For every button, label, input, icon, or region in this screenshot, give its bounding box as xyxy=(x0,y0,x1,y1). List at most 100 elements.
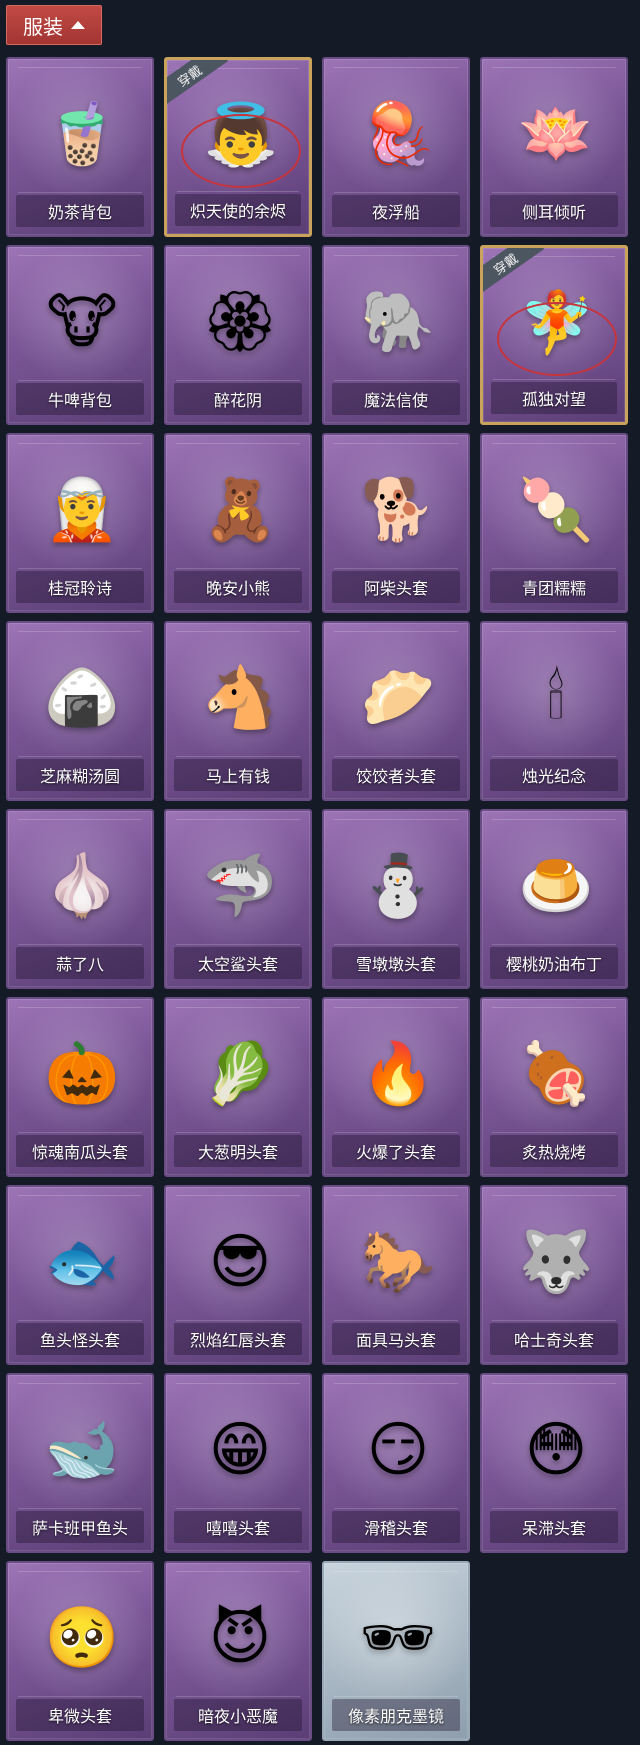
item-art-glyph: 🐺 xyxy=(518,1227,594,1297)
bear-keychain-icon: 🧸 xyxy=(190,455,290,565)
item-art-glyph: 🐘 xyxy=(360,287,436,357)
outfit-item-card[interactable]: 🔥 火爆了头套 xyxy=(322,997,470,1177)
outfit-item-card[interactable]: 😳 呆滞头套 xyxy=(480,1373,628,1553)
outfit-item-card[interactable]: 😎 烈焰红唇头套 xyxy=(164,1185,312,1365)
rice-ball-head-icon: 🍙 xyxy=(32,643,132,753)
outfit-item-card[interactable]: 🥬 大葱明头套 xyxy=(164,997,312,1177)
outfit-item-card[interactable]: 🕯 烛光纪念 xyxy=(480,621,628,801)
outfit-item-card[interactable]: 🍙 芝麻糊汤圆 xyxy=(6,621,154,801)
outfit-item-card[interactable]: 🍮 樱桃奶油布丁 xyxy=(480,809,628,989)
dumpling-head-icon: 🥟 xyxy=(348,643,448,753)
item-name: 牛啤背包 xyxy=(16,383,144,415)
item-art-glyph: 🍮 xyxy=(518,851,594,921)
item-name: 烛光纪念 xyxy=(490,759,618,791)
little-devil-icon: 😈 xyxy=(190,1583,290,1693)
green-mochi-icon: 🍡 xyxy=(506,455,606,565)
item-name: 炽天使的余烬 xyxy=(175,194,301,226)
outfit-grid: 🧋 奶茶背包 穿戴 👼 炽天使的余烬 🪼 夜浮船 🪷 侧耳倾听 🐮 牛啤背包 🏵 醉花阴 🐘 魔法信使 穿戴 🧚… xyxy=(6,57,628,1741)
item-name: 蒜了八 xyxy=(16,947,144,979)
item-art-glyph: 😎 xyxy=(208,1227,272,1297)
outfit-item-card[interactable]: 穿戴 👼 炽天使的余烬 xyxy=(164,57,312,237)
horse-head-icon: 🐴 xyxy=(190,643,290,753)
tab-outfit[interactable]: 服装 xyxy=(6,5,102,45)
item-art-glyph: 🎃 xyxy=(44,1039,120,1109)
outfit-item-card[interactable]: 🐘 魔法信使 xyxy=(322,245,470,425)
item-name: 萨卡班甲鱼头 xyxy=(16,1511,144,1543)
item-art-glyph: 🥟 xyxy=(360,663,436,733)
item-art-glyph: 😁 xyxy=(208,1415,272,1485)
item-name: 滑稽头套 xyxy=(332,1511,460,1543)
item-name: 马上有钱 xyxy=(174,759,302,791)
item-name: 像素朋克墨镜 xyxy=(332,1699,460,1731)
outfit-item-card[interactable]: 🦈 太空鲨头套 xyxy=(164,809,312,989)
outfit-item-card[interactable]: 🐟 鱼头怪头套 xyxy=(6,1185,154,1365)
pleading-emoji-head-icon: 🥺 xyxy=(32,1583,132,1693)
elephant-icon: 🐘 xyxy=(348,267,448,377)
candle-head-icon: 🕯 xyxy=(506,643,606,753)
shiba-head-icon: 🐕 xyxy=(348,455,448,565)
chevron-up-icon xyxy=(71,21,85,29)
outfit-item-card[interactable]: 🥺 卑微头套 xyxy=(6,1561,154,1741)
item-art-glyph: 🧄 xyxy=(44,851,120,921)
outfit-item-card[interactable]: ⛄ 雪墩墩头套 xyxy=(322,809,470,989)
outfit-item-card[interactable]: 🧸 晚安小熊 xyxy=(164,433,312,613)
grin-emoji-head-icon: 😁 xyxy=(190,1395,290,1505)
outfit-item-card[interactable]: 🐕 阿柴头套 xyxy=(322,433,470,613)
flower-ornament-icon: 🏵 xyxy=(190,267,290,377)
item-art-glyph: 🕯 xyxy=(547,663,565,733)
item-name: 芝麻糊汤圆 xyxy=(16,759,144,791)
item-art-glyph: 🐟 xyxy=(44,1227,120,1297)
outfit-item-card[interactable]: 🐺 哈士奇头套 xyxy=(480,1185,628,1365)
outfit-item-card[interactable]: 穿戴 🧚 孤独对望 xyxy=(480,245,628,425)
outfit-item-card[interactable]: 🧝 桂冠聆诗 xyxy=(6,433,154,613)
garlic-head-icon: 🧄 xyxy=(32,831,132,941)
item-name: 鱼头怪头套 xyxy=(16,1323,144,1355)
outfit-item-card[interactable]: 🎃 惊魂南瓜头套 xyxy=(6,997,154,1177)
snowman-head-icon: ⛄ xyxy=(348,831,448,941)
dazed-emoji-head-icon: 😳 xyxy=(506,1395,606,1505)
outfit-item-card[interactable]: 🐎 面具马头套 xyxy=(322,1185,470,1365)
item-art-glyph: 🕶 xyxy=(359,1603,437,1673)
selection-ring xyxy=(181,114,301,188)
item-art-glyph: 🐴 xyxy=(202,663,278,733)
tab-outfit-label: 服装 xyxy=(23,16,63,39)
item-art-glyph: 🧸 xyxy=(202,475,278,545)
item-name: 奶茶背包 xyxy=(16,195,144,227)
item-art-glyph: 🐋 xyxy=(44,1415,120,1485)
item-name: 大葱明头套 xyxy=(174,1135,302,1167)
outfit-item-card[interactable]: 🧋 奶茶背包 xyxy=(6,57,154,237)
outfit-item-card[interactable]: 😈 暗夜小恶魔 xyxy=(164,1561,312,1741)
outfit-item-card[interactable]: 🕶 像素朋克墨镜 xyxy=(322,1561,470,1741)
item-art-glyph: 🥺 xyxy=(44,1603,120,1673)
item-art-glyph: 🐕 xyxy=(360,475,436,545)
item-name: 孤独对望 xyxy=(491,382,617,414)
outfit-item-card[interactable]: 😏 滑稽头套 xyxy=(322,1373,470,1553)
outfit-item-card[interactable]: 🪼 夜浮船 xyxy=(322,57,470,237)
item-art-glyph: 🧝 xyxy=(44,475,120,545)
outfit-item-card[interactable]: 🥟 饺饺者头套 xyxy=(322,621,470,801)
scallion-head-icon: 🥬 xyxy=(190,1019,290,1129)
outfit-item-card[interactable]: 🪷 侧耳倾听 xyxy=(480,57,628,237)
outfit-item-card[interactable]: 🍖 炙热烧烤 xyxy=(480,997,628,1177)
selection-ring xyxy=(497,302,617,376)
item-name: 青团糯糯 xyxy=(490,571,618,603)
cow-beer-barrel-icon: 🐮 xyxy=(32,267,132,377)
outfit-item-card[interactable]: 🐴 马上有钱 xyxy=(164,621,312,801)
item-name: 雪墩墩头套 xyxy=(332,947,460,979)
outfit-item-card[interactable]: 😁 嘻嘻头套 xyxy=(164,1373,312,1553)
fire-head-icon: 🔥 xyxy=(348,1019,448,1129)
item-name: 卑微头套 xyxy=(16,1699,144,1731)
outfit-item-card[interactable]: 🐋 萨卡班甲鱼头 xyxy=(6,1373,154,1553)
item-name: 烈焰红唇头套 xyxy=(174,1323,302,1355)
outfit-item-card[interactable]: 🍡 青团糯糯 xyxy=(480,433,628,613)
item-art-glyph: 🏵 xyxy=(201,287,279,357)
item-art-glyph: 🍙 xyxy=(44,663,120,733)
outfit-item-card[interactable]: 🧄 蒜了八 xyxy=(6,809,154,989)
item-art-glyph: 😈 xyxy=(208,1603,272,1673)
outfit-item-card[interactable]: 🐮 牛啤背包 xyxy=(6,245,154,425)
item-name: 樱桃奶油布丁 xyxy=(490,947,618,979)
outfit-item-card[interactable]: 🏵 醉花阴 xyxy=(164,245,312,425)
item-name: 呆滞头套 xyxy=(490,1511,618,1543)
fish-head-icon: 🐟 xyxy=(32,1207,132,1317)
pudding-head-icon: 🍮 xyxy=(506,831,606,941)
